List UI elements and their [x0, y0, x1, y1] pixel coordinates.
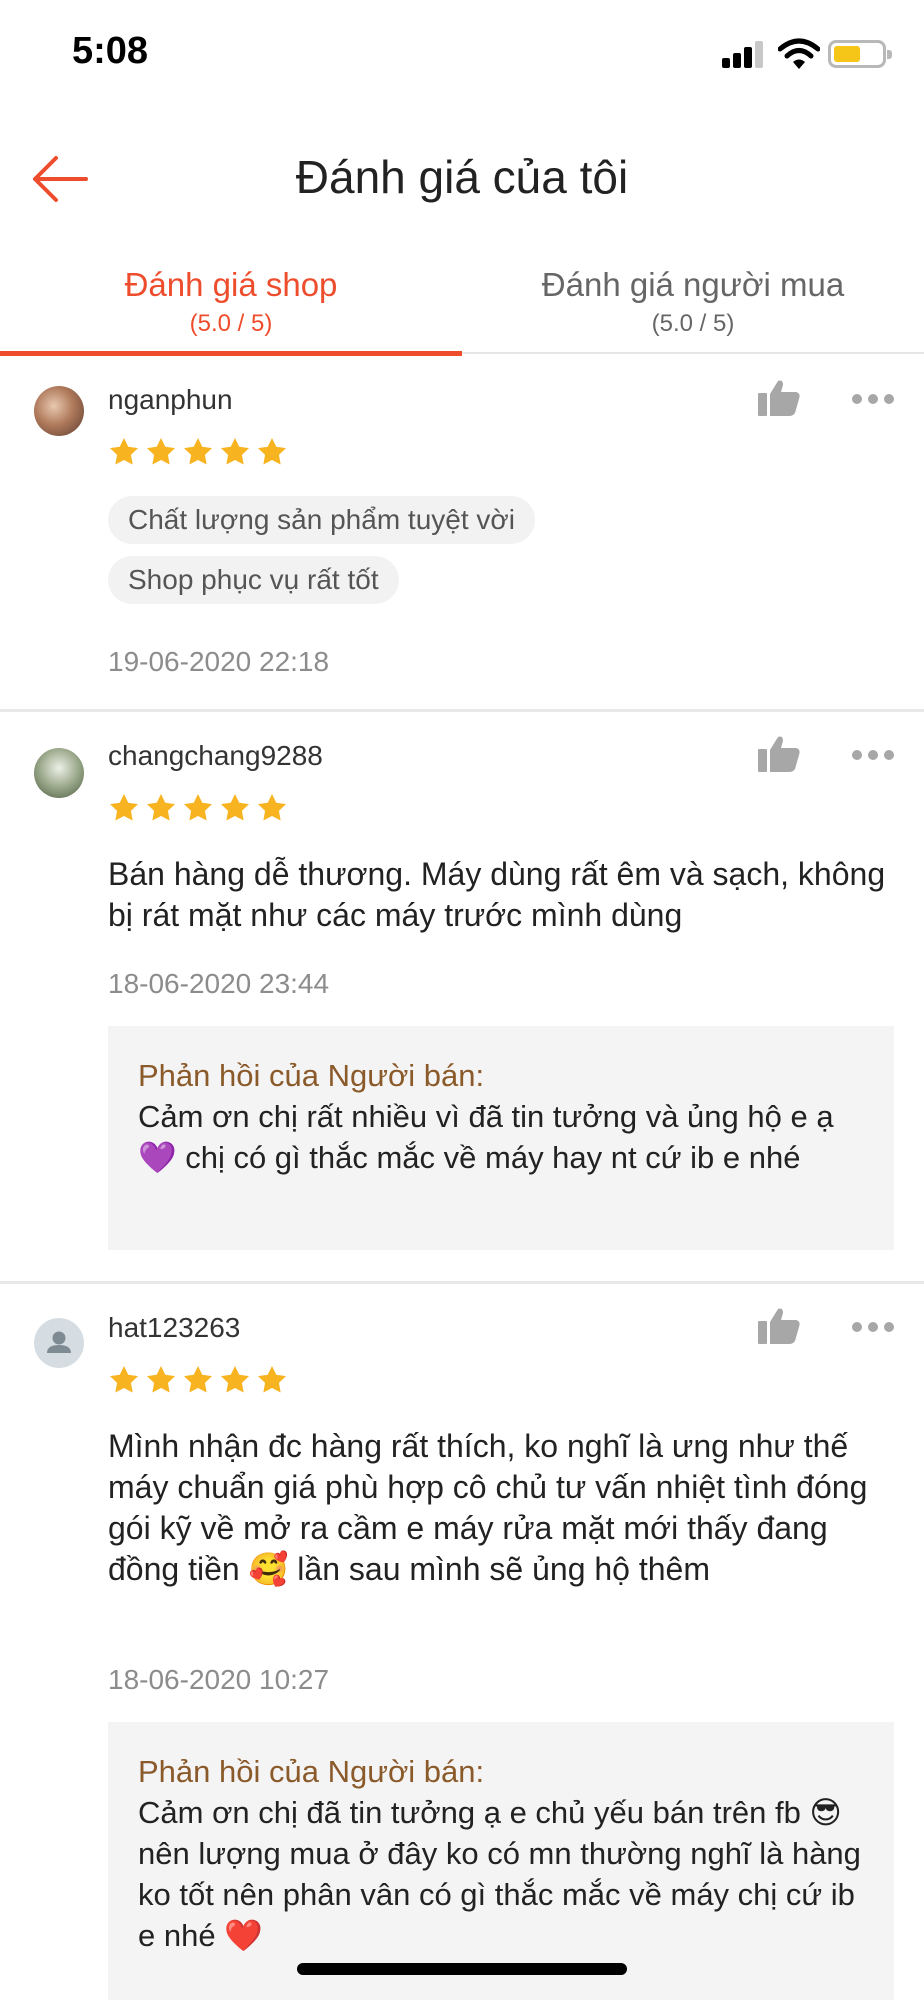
tab-buyer-rating-score: (5.0 / 5): [651, 310, 735, 337]
review-item: hat123263 Mình nhận đc hàng rất thích, k…: [0, 1284, 924, 2000]
avatar[interactable]: [34, 748, 84, 798]
status-bar: 5:08: [0, 0, 924, 110]
star-rating: [108, 792, 293, 826]
status-time: 5:08: [72, 30, 149, 72]
tab-shop-rating-score: (5.0 / 5): [189, 310, 273, 337]
star-icon: [147, 1366, 175, 1393]
seller-reply: Phản hồi của Người bán: Cảm ơn chị rất n…: [108, 1026, 894, 1250]
tab-shop-rating-label: Đánh giá shop: [124, 266, 338, 303]
tab-buyer-rating[interactable]: Đánh giá người mua (5.0 / 5): [462, 258, 924, 354]
tab-shop-rating[interactable]: Đánh giá shop (5.0 / 5): [0, 258, 462, 356]
thumbs-up-icon[interactable]: [756, 378, 802, 418]
review-date: 18-06-2020 10:27: [108, 1664, 330, 1695]
star-icon: [184, 1366, 212, 1393]
review-comment: Bán hàng dễ thương. Máy dùng rất êm và s…: [108, 856, 886, 933]
seller-reply-label: Phản hồi của Người bán:: [138, 1058, 485, 1093]
tab-buyer-rating-label: Đánh giá người mua: [541, 266, 845, 303]
review-comment: Mình nhận đc hàng rất thích, ko nghĩ là …: [108, 1428, 868, 1587]
star-icon: [221, 438, 249, 465]
user-icon: [47, 1331, 71, 1353]
star-icon: [258, 1366, 286, 1393]
star-icon: [147, 438, 175, 465]
reviewer-username: changchang9288: [108, 740, 323, 771]
star-rating: [108, 1364, 293, 1398]
wifi-icon: [778, 38, 820, 69]
avatar[interactable]: [34, 1318, 84, 1368]
star-icon: [110, 1366, 138, 1393]
review-date: 18-06-2020 23:44: [108, 968, 330, 999]
star-icon: [258, 438, 286, 465]
app-header: Đánh giá của tôi: [0, 110, 924, 240]
more-options-icon[interactable]: [852, 750, 896, 762]
signal-icon: [722, 40, 766, 68]
more-options-icon[interactable]: [852, 1322, 896, 1334]
star-icon: [110, 794, 138, 821]
reviewer-username: nganphun: [108, 384, 233, 415]
seller-reply-text: Cảm ơn chị rất nhiều vì đã tin tưởng và …: [138, 1099, 834, 1175]
thumbs-up-icon[interactable]: [756, 1306, 802, 1346]
review-tag: Shop phục vụ rất tốt: [108, 556, 399, 604]
more-options-icon[interactable]: [852, 394, 896, 406]
star-icon: [184, 438, 212, 465]
star-rating: [108, 436, 293, 470]
seller-reply-label: Phản hồi của Người bán:: [138, 1754, 485, 1789]
review-date: 19-06-2020 22:18: [108, 646, 330, 677]
star-icon: [221, 1366, 249, 1393]
rating-tabs: Đánh giá shop (5.0 / 5) Đánh giá người m…: [0, 258, 924, 356]
page-title: Đánh giá của tôi: [295, 151, 629, 203]
reviewer-username: hat123263: [108, 1312, 241, 1343]
star-icon: [110, 438, 138, 465]
review-tag: Chất lượng sản phẩm tuyệt vời: [108, 496, 535, 544]
review-item: nganphun Chất lượng sản phẩm tuyệt vời S…: [0, 356, 924, 712]
avatar[interactable]: [34, 386, 84, 436]
review-item: changchang9288 Bán hàng dễ thương. Máy d…: [0, 712, 924, 1284]
star-icon: [147, 794, 175, 821]
seller-reply: Phản hồi của Người bán: Cảm ơn chị đã ti…: [108, 1722, 894, 2000]
star-icon: [221, 794, 249, 821]
star-icon: [258, 794, 286, 821]
seller-reply-text: Cảm ơn chị đã tin tưởng ạ e chủ yếu bán …: [138, 1795, 861, 1953]
star-icon: [184, 794, 212, 821]
home-indicator: [297, 1963, 627, 1975]
battery-icon: [828, 40, 892, 68]
thumbs-up-icon[interactable]: [756, 734, 802, 774]
